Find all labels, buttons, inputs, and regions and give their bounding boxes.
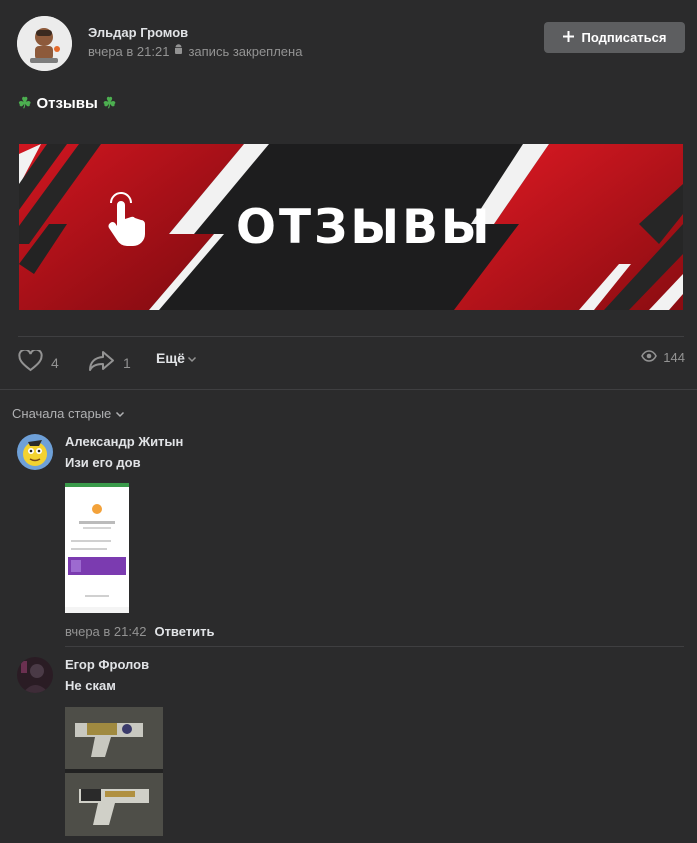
like-count: 4 [51, 354, 59, 371]
comment-meta: вчера в 21:42 Ответить [65, 624, 215, 639]
more-button[interactable]: Ещё [156, 350, 197, 366]
author-name[interactable]: Эльдар Громов [88, 25, 188, 40]
chevron-down-icon [115, 406, 125, 421]
heart-icon [18, 348, 43, 375]
clover-icon: ☘ [18, 95, 32, 112]
pinned-label: запись закреплена [188, 44, 303, 59]
post-banner[interactable]: ОТЗЫВЫ [19, 144, 683, 310]
comment-item: Александр Житын Изи его дов вчера в 21:4… [17, 434, 684, 639]
subscribe-button[interactable]: Подписаться [544, 22, 685, 53]
eye-icon [641, 350, 658, 365]
post-header: Эльдар Громов вчера в 21:21 запись закре… [17, 16, 685, 72]
banner-title: ОТЗЫВЫ [236, 200, 493, 255]
share-count: 1 [123, 354, 131, 371]
commenter-avatar[interactable] [17, 434, 53, 470]
divider [18, 336, 684, 337]
more-label: Ещё [156, 350, 185, 366]
comment-time[interactable]: вчера в 21:42 [65, 624, 146, 639]
comment-item: Егор Фролов Не скам [17, 657, 684, 843]
author-avatar[interactable] [17, 16, 72, 71]
sort-label: Сначала старые [12, 406, 112, 421]
reply-button[interactable]: Ответить [154, 624, 214, 639]
post-time[interactable]: вчера в 21:21 [88, 44, 169, 59]
android-icon [173, 44, 184, 59]
post-meta: вчера в 21:21 запись закреплена [88, 44, 302, 59]
comment-attachment[interactable] [65, 483, 129, 613]
comment-attachment[interactable] [65, 707, 163, 836]
chevron-down-icon [187, 350, 197, 366]
commenter-name[interactable]: Александр Житын [65, 434, 183, 449]
divider [65, 646, 684, 647]
share-button[interactable]: 1 [88, 350, 131, 375]
divider [0, 389, 697, 390]
post-text: ☘ Отзывы ☘ [18, 94, 117, 113]
commenter-name[interactable]: Егор Фролов [65, 657, 149, 672]
clover-icon: ☘ [102, 95, 117, 112]
plus-icon [562, 30, 575, 46]
post-actions: 4 1 Ещё 144 [18, 348, 685, 376]
views-count: 144 [663, 350, 685, 365]
views-counter: 144 [641, 350, 685, 365]
share-arrow-icon [88, 350, 115, 375]
comment-text: Изи его дов [65, 455, 141, 470]
commenter-avatar[interactable] [17, 657, 53, 693]
subscribe-label: Подписаться [581, 30, 667, 45]
comments-sort[interactable]: Сначала старые [12, 406, 125, 421]
like-button[interactable]: 4 [18, 348, 59, 375]
comment-text: Не скам [65, 678, 116, 693]
post-text-label: Отзывы [36, 94, 98, 112]
